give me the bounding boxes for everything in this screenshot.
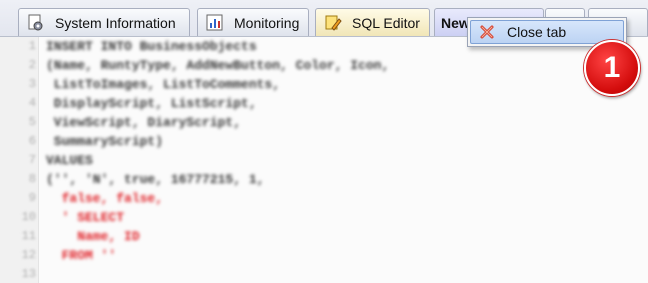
line-number: 6 bbox=[28, 134, 36, 148]
tab-label: Monitoring bbox=[234, 14, 300, 31]
line-number: 10 bbox=[21, 210, 36, 224]
code-line: FROM '' bbox=[46, 248, 117, 263]
code-line: DisplayScript, ListScript, bbox=[46, 96, 257, 111]
line-number-gutter: 1 2 3 4 5 6 7 8 9 10 11 12 13 bbox=[0, 37, 39, 283]
code-line: ListToImages, ListToComments, bbox=[46, 77, 281, 92]
line-number: 12 bbox=[21, 248, 36, 262]
sql-editor-area[interactable]: 1 2 3 4 5 6 7 8 9 10 11 12 13 INSERT INTO BusinessOb… bbox=[0, 37, 648, 283]
line-number: 13 bbox=[21, 267, 36, 281]
close-x-icon bbox=[479, 24, 495, 40]
line-number: 1 bbox=[28, 39, 36, 53]
tab-system-information[interactable]: System Information bbox=[18, 8, 190, 36]
bar-chart-icon bbox=[206, 14, 224, 32]
code-line: false, false, bbox=[46, 191, 164, 206]
code-line: (Name, RuntyType, AddNewButton, Color, I… bbox=[46, 58, 390, 73]
line-number: 7 bbox=[28, 153, 36, 167]
code-line: ' SELECT bbox=[46, 210, 125, 225]
line-number: 2 bbox=[28, 58, 36, 72]
tab-label: SQL Editor bbox=[352, 14, 420, 31]
code-line: ViewScript, DiaryScript, bbox=[46, 115, 242, 130]
line-number: 4 bbox=[28, 96, 36, 110]
line-number: 3 bbox=[28, 77, 36, 91]
tab-sql-editor[interactable]: SQL Editor bbox=[315, 8, 430, 36]
line-number: 8 bbox=[28, 172, 36, 186]
close-tab-label: Close tab bbox=[507, 24, 567, 40]
line-number: 11 bbox=[21, 229, 36, 243]
tab-label: System Information bbox=[55, 14, 176, 31]
gear-document-icon bbox=[27, 14, 45, 32]
code-line: ('', 'N', true, 16777215, 1, bbox=[46, 172, 265, 187]
line-number: 9 bbox=[28, 191, 36, 205]
code-line: Name, ID bbox=[46, 229, 140, 244]
tab-label: New bbox=[441, 14, 470, 31]
code-line: SummaryScript) bbox=[46, 134, 164, 149]
code-line: INSERT INTO BusinessObjects bbox=[46, 39, 257, 54]
close-tab-menu-item[interactable]: Close tab bbox=[470, 20, 624, 44]
tab-monitoring[interactable]: Monitoring bbox=[197, 8, 309, 36]
line-number: 5 bbox=[28, 115, 36, 129]
code-line: VALUES bbox=[46, 153, 93, 168]
step-number-badge: 1 bbox=[584, 40, 640, 96]
pencil-document-icon bbox=[324, 14, 342, 32]
